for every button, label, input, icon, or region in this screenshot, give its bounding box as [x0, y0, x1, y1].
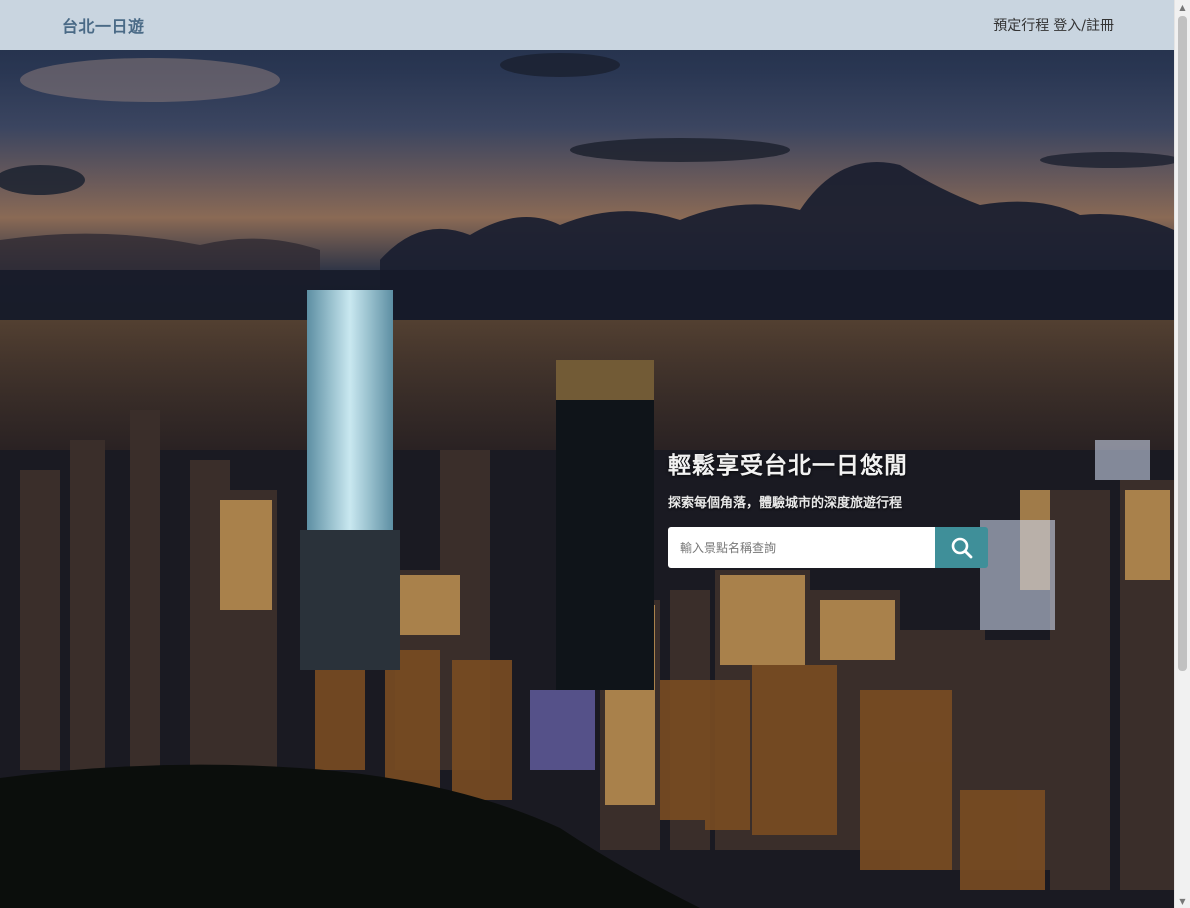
vertical-scrollbar[interactable]: ▲ ▼: [1174, 0, 1190, 908]
hero-background-image: [0, 0, 1174, 908]
nav-links: 預定行程 登入/註冊: [993, 15, 1114, 35]
nav-link-booking[interactable]: 預定行程: [993, 15, 1049, 35]
hero-title: 輕鬆享受台北一日悠閒: [668, 453, 908, 479]
search-input[interactable]: [668, 527, 935, 568]
search-form: [668, 527, 988, 568]
foreground-hill: [0, 764, 700, 908]
hero-subtitle: 探索每個角落，體驗城市的深度旅遊行程: [668, 496, 903, 511]
scrollbar-thumb[interactable]: [1178, 16, 1187, 671]
search-button[interactable]: [935, 527, 988, 568]
nav-link-login-signup[interactable]: 登入/註冊: [1053, 15, 1114, 35]
scroll-down-arrow-icon[interactable]: ▼: [1175, 894, 1190, 908]
page: 台北一日遊 預定行程 登入/註冊 輕鬆享受台北一日悠閒 探索每個角落，體驗城市的…: [0, 0, 1190, 908]
brand-logo[interactable]: 台北一日遊: [62, 13, 145, 37]
scroll-up-arrow-icon[interactable]: ▲: [1175, 0, 1190, 14]
search-icon: [951, 537, 972, 558]
top-navbar: 台北一日遊 預定行程 登入/註冊: [0, 0, 1174, 50]
sky-clouds: [0, 53, 1174, 340]
hero-content: 輕鬆享受台北一日悠閒 探索每個角落，體驗城市的深度旅遊行程: [668, 446, 988, 568]
